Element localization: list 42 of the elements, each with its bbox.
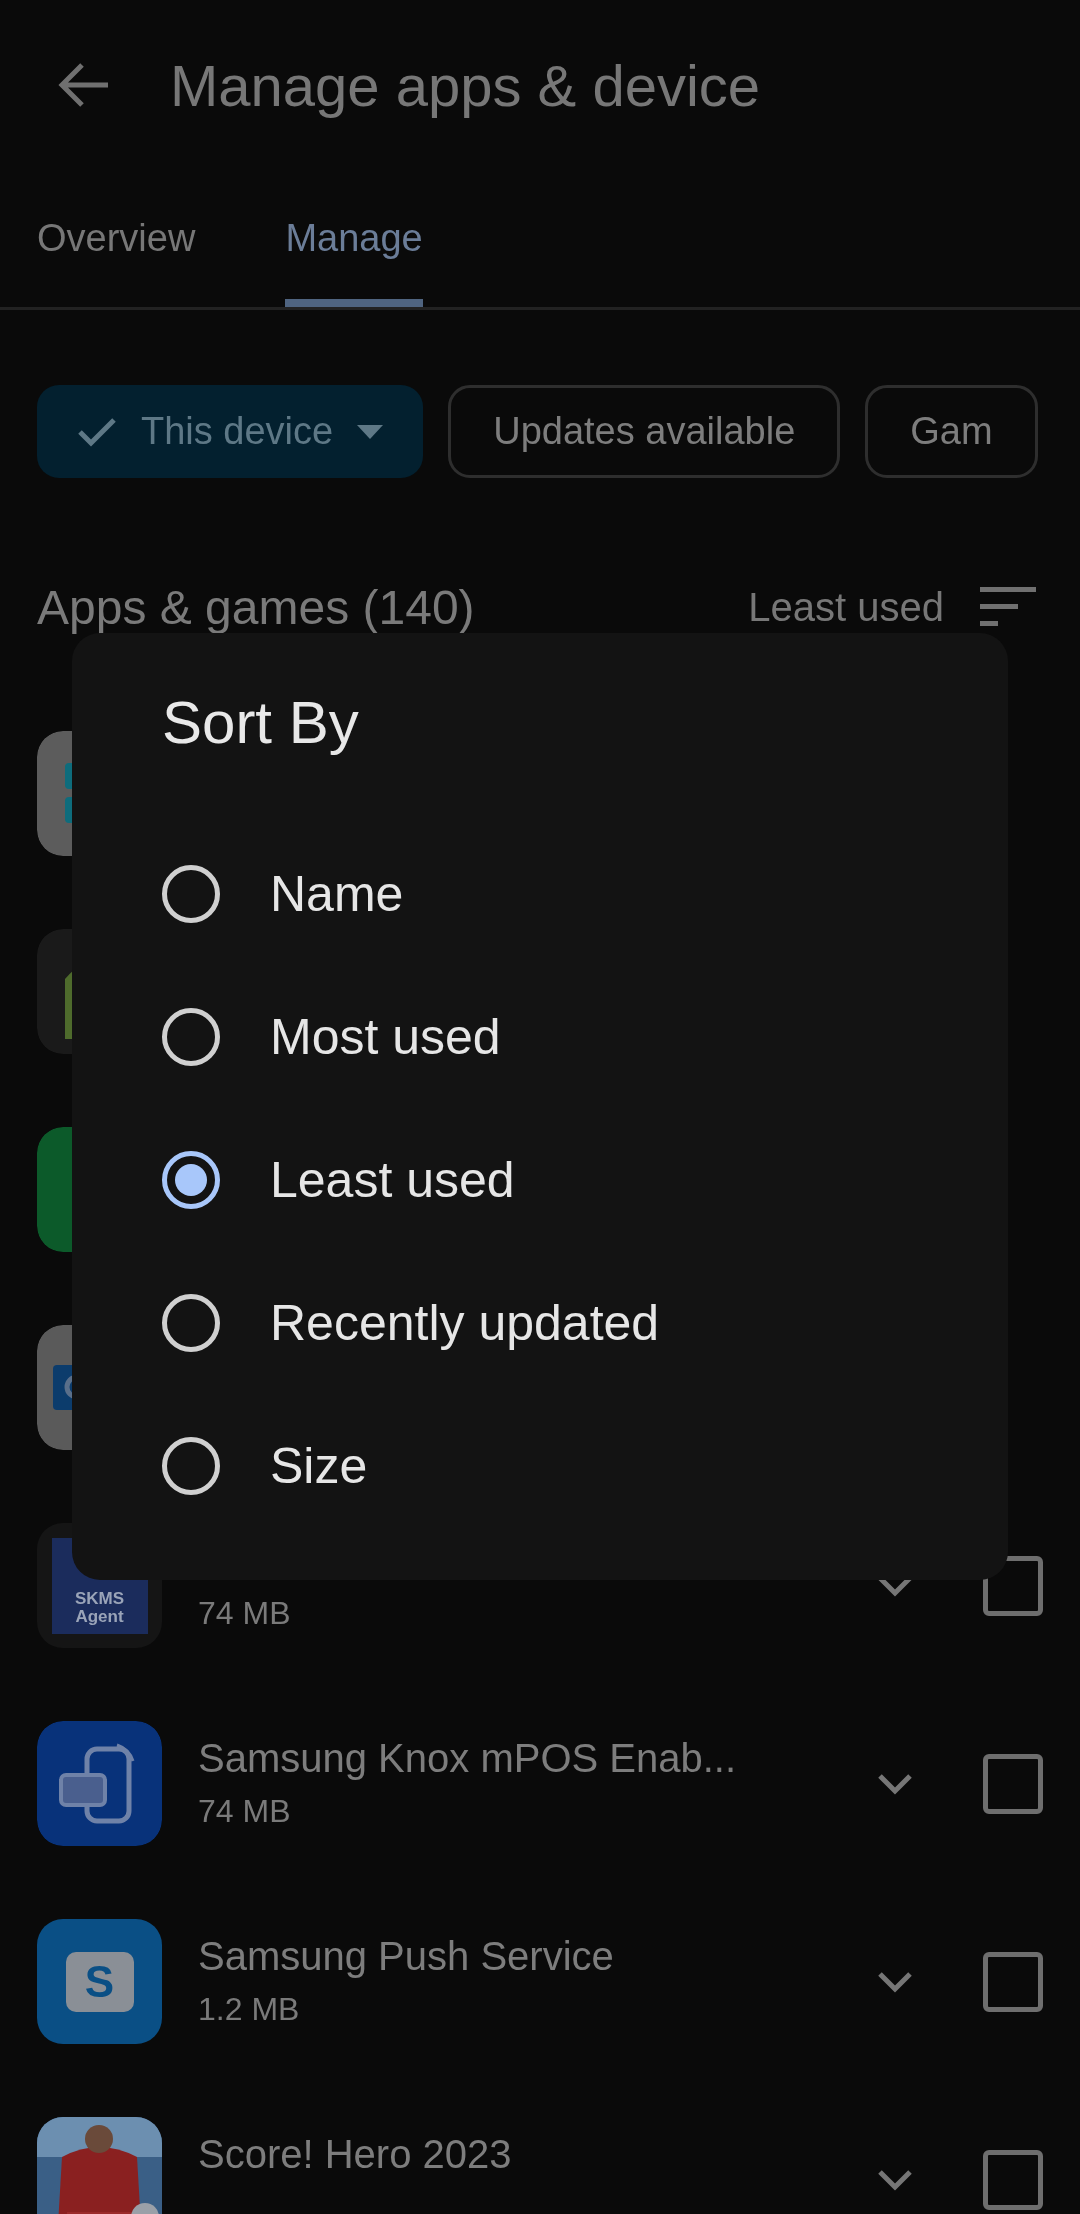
back-arrow-icon[interactable]	[58, 61, 110, 109]
check-icon	[77, 416, 117, 447]
radio-button[interactable]	[162, 1151, 220, 1209]
expand-chevron-icon[interactable]	[877, 1772, 913, 1795]
sort-option[interactable]: Recently updated	[162, 1251, 1008, 1395]
app-name: Samsung Knox mPOS Enab...	[198, 1735, 738, 1782]
app-size: 74 MB	[198, 1792, 292, 1831]
section-heading: Apps & games (140)	[37, 580, 475, 636]
app-size: 74 MB	[198, 1594, 292, 1633]
icon-label: S	[84, 1959, 115, 2004]
sort-icon[interactable]	[980, 587, 1036, 627]
checkbox[interactable]	[983, 1753, 1043, 1814]
tab[interactable]: Manage	[285, 170, 423, 307]
sort-option[interactable]: Size	[162, 1394, 1008, 1538]
expand-chevron-icon[interactable]	[877, 2168, 913, 2191]
page-title: Manage apps & device	[170, 51, 761, 120]
app-size: 1.2 MB	[198, 1990, 301, 2029]
checkbox[interactable]	[983, 1951, 1043, 2012]
filter-chip[interactable]: Gam	[865, 385, 1038, 478]
filter-chip[interactable]: This device	[37, 385, 424, 478]
tab[interactable]: Overview	[37, 170, 196, 307]
option-label: Recently updated	[270, 1293, 660, 1353]
sort-label: Least used	[748, 584, 944, 631]
app-name: Samsung Push Service	[198, 1933, 615, 1980]
expand-chevron-icon[interactable]	[877, 1970, 913, 1993]
radio-button[interactable]	[162, 1008, 220, 1066]
app-name: Score! Hero 2023	[198, 2131, 513, 2178]
radio-button[interactable]	[162, 865, 220, 923]
dialog-title: Sort By	[162, 688, 360, 758]
option-label: Most used	[270, 1007, 501, 1067]
radio-button[interactable]	[162, 1294, 220, 1352]
option-label: Least used	[270, 1150, 515, 1210]
radio-button[interactable]	[162, 1437, 220, 1495]
option-label: Name	[270, 864, 404, 924]
payment-card-icon	[37, 1721, 162, 1846]
filter-chip[interactable]: Updates available	[448, 385, 841, 478]
checkbox[interactable]	[983, 2149, 1043, 2210]
option-label: Size	[270, 1436, 368, 1496]
icon-label: SKMS Agent	[73, 1589, 126, 1626]
sort-option[interactable]: Name	[162, 822, 1008, 966]
sort-option[interactable]: Least used	[162, 1108, 1008, 1252]
sort-option[interactable]: Most used	[162, 965, 1008, 1109]
